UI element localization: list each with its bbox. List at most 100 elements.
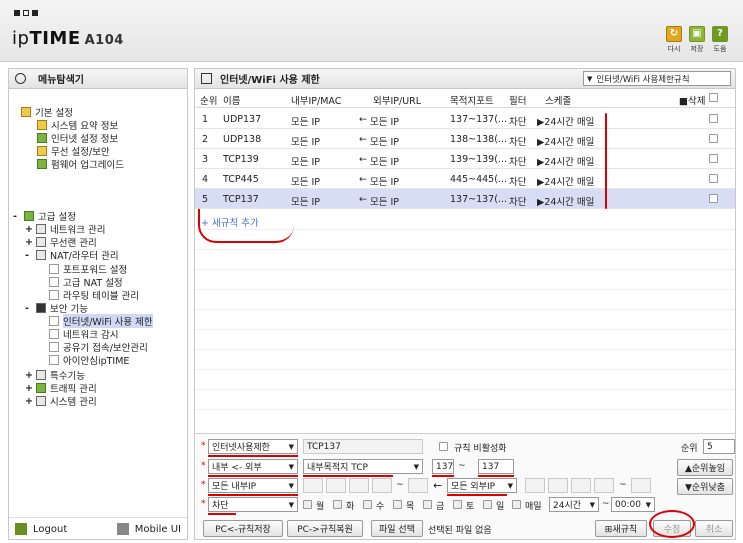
time-range-select[interactable]: 24시간 ▼: [549, 497, 599, 512]
tree-advanced-nat[interactable]: 고급 NAT 설정: [49, 275, 123, 289]
cell-external: 모든 IP: [370, 137, 400, 148]
rule-type-select[interactable]: ▼ 인터넷/WiFi 사용제한규칙: [583, 71, 731, 86]
row-delete-checkbox[interactable]: [709, 174, 718, 183]
everyday-checkbox[interactable]: [512, 500, 521, 509]
ip-octet-field[interactable]: [631, 478, 651, 493]
ip-octet-field[interactable]: [372, 478, 392, 493]
dropdown-arrow-icon: ▼: [645, 500, 651, 509]
ip-octet-field[interactable]: [548, 478, 568, 493]
cancel-button[interactable]: 취소: [695, 520, 733, 537]
new-rule-button[interactable]: ⊞새규칙: [595, 520, 647, 537]
day-checkbox[interactable]: [303, 500, 312, 509]
port-to-field[interactable]: 137: [478, 459, 514, 474]
tree-wireless-security[interactable]: 무선 설정/보안: [37, 144, 110, 158]
annotation-mark: [447, 494, 507, 496]
folder-icon: [21, 107, 31, 117]
row-delete-checkbox[interactable]: [709, 154, 718, 163]
priority-field[interactable]: 5: [703, 439, 735, 454]
ip-octet-field[interactable]: [349, 478, 369, 493]
pc-save-rules-button[interactable]: PC<-규칙저장: [203, 520, 283, 537]
tree-advanced-settings[interactable]: - 고급 설정: [13, 209, 76, 224]
rule-name-field[interactable]: TCP137: [303, 439, 423, 454]
rule-edit-form: * 인터넷사용제한 ▼ TCP137 규칙 비활성화 순위 5 * 내부 <- 외…: [195, 433, 735, 539]
tree-router-access-security[interactable]: 공유기 접속/보안관리: [49, 340, 148, 354]
row-delete-checkbox[interactable]: [709, 114, 718, 123]
system-icon: [36, 396, 46, 406]
save-icon: ▣: [689, 26, 705, 42]
logout-button[interactable]: Logout: [15, 522, 67, 535]
tree-traffic-manage[interactable]: + 트래픽 관리: [25, 381, 97, 396]
day-checkbox[interactable]: [423, 500, 432, 509]
port-from-field[interactable]: 137: [432, 459, 454, 474]
table-row[interactable]: 3 TCP139 모든 IP ← 모든 IP 139~139(... 차단 ▶24시간 매일: [195, 149, 735, 169]
select-all-checkbox[interactable]: [709, 93, 718, 102]
day-checkbox[interactable]: [333, 500, 342, 509]
tree-internet-wifi-restrict[interactable]: 인터넷/WiFi 사용 제한: [49, 314, 153, 328]
cell-internal: 모든 IP: [291, 117, 321, 128]
ip-octet-field[interactable]: [326, 478, 346, 493]
tree-port-forward[interactable]: 포트포워드 설정: [49, 262, 127, 276]
tree-network-monitor[interactable]: 네트워크 감시: [49, 327, 118, 341]
page-title: 인터넷/WiFi 사용 제한: [220, 75, 320, 86]
action-select[interactable]: 차단 ▼: [208, 497, 298, 512]
ip-octet-field[interactable]: [408, 478, 428, 493]
tree-basic-settings[interactable]: 기본 설정: [21, 105, 73, 119]
rule-kind-select[interactable]: 인터넷사용제한 ▼: [208, 439, 298, 454]
day-checkbox[interactable]: [393, 500, 402, 509]
menu-explorer: 메뉴탐색기 기본 설정 시스템 요약 정보 인터넷 설정 정보 무선 설정/보안…: [8, 68, 188, 540]
row-delete-checkbox[interactable]: [709, 134, 718, 143]
mobile-ui-button[interactable]: Mobile UI: [116, 522, 181, 535]
folder-icon: [36, 370, 46, 380]
annotation-mark: [432, 475, 454, 477]
tree-special-features[interactable]: + 특수기능: [25, 368, 85, 383]
tree-ianshim[interactable]: 아이안심ipTIME: [49, 353, 129, 367]
table-row[interactable]: 1 UDP137 모든 IP ← 모든 IP 137~137(... 차단 ▶24시간 매일: [195, 109, 735, 129]
tree-firmware-upgrade[interactable]: 펌웨어 업그레이드: [37, 157, 124, 171]
tree-wireless-manage[interactable]: + 무선랜 관리: [25, 235, 97, 250]
ip-octet-field[interactable]: [594, 478, 614, 493]
tree-system-manage[interactable]: + 시스템 관리: [25, 394, 97, 409]
annotation-mark: [303, 475, 393, 477]
dropdown-arrow-icon: ▼: [507, 481, 513, 490]
tree-nat-router[interactable]: - NAT/라우터 관리: [25, 248, 119, 263]
day-checkbox[interactable]: [363, 500, 372, 509]
table-row[interactable]: 5 TCP137 모든 IP ← 모든 IP 137~137(... 차단 ▶24시간 매일: [195, 189, 735, 209]
ip-octet-field[interactable]: [525, 478, 545, 493]
day-checkbox[interactable]: [453, 500, 462, 509]
move-down-button[interactable]: ▼순위낮춤: [677, 478, 733, 495]
external-ip-select[interactable]: 모든 외부IP ▼: [447, 478, 517, 493]
file-select-button[interactable]: 파일 선택: [371, 520, 423, 537]
disable-rule-checkbox[interactable]: [439, 442, 448, 451]
refresh-button[interactable]: ↻ 다시: [663, 26, 685, 54]
port-kind-select[interactable]: 내부목적지 TCP ▼: [303, 459, 423, 474]
move-up-button[interactable]: ▲순위높임: [677, 459, 733, 476]
table-row[interactable]: 4 TCP445 모든 IP ← 모든 IP 445~445(... 차단 ▶24시간 매일: [195, 169, 735, 189]
ip-octet-field[interactable]: [571, 478, 591, 493]
page-icon: [37, 120, 47, 130]
ip-octet-field[interactable]: [303, 478, 323, 493]
mobile-icon: [116, 522, 129, 535]
cell-filter: 차단: [509, 157, 527, 168]
logout-icon: [15, 522, 27, 535]
tree-system-summary[interactable]: 시스템 요약 정보: [37, 118, 118, 132]
cell-external: 모든 IP: [370, 177, 400, 188]
tree-network-manage[interactable]: + 네트워크 관리: [25, 222, 105, 237]
cell-external: 모든 IP: [370, 197, 400, 208]
tree-internet-info[interactable]: 인터넷 설정 정보: [37, 131, 118, 145]
pc-restore-rules-button[interactable]: PC->규칙복원: [287, 520, 363, 537]
table-row[interactable]: 2 UDP138 모든 IP ← 모든 IP 138~138(... 차단 ▶24시간 매일: [195, 129, 735, 149]
tree-routing-table[interactable]: 라우팅 테이블 관리: [49, 288, 139, 302]
help-button[interactable]: ? 도움: [709, 26, 731, 54]
direction-select[interactable]: 내부 <- 외부 ▼: [208, 459, 298, 474]
time-start-select[interactable]: 00:00 ▼: [611, 497, 655, 512]
chart-icon: [36, 383, 46, 393]
internal-ip-select[interactable]: 모든 내부IP ▼: [208, 478, 298, 493]
row-delete-checkbox[interactable]: [709, 194, 718, 203]
rules-table-header: 순위 이름 내부IP/MAC 외부IP/URL 목적지포트 필터 스케줄 ■삭제: [195, 90, 735, 108]
tree-security[interactable]: - 보안 기능: [25, 301, 88, 316]
annotation-mark: [605, 113, 607, 209]
day-checkbox[interactable]: [483, 500, 492, 509]
annotation-mark: [208, 455, 298, 457]
save-button[interactable]: ▣ 저장: [686, 26, 708, 54]
cell-schedule: ▶24시간 매일: [537, 177, 595, 188]
